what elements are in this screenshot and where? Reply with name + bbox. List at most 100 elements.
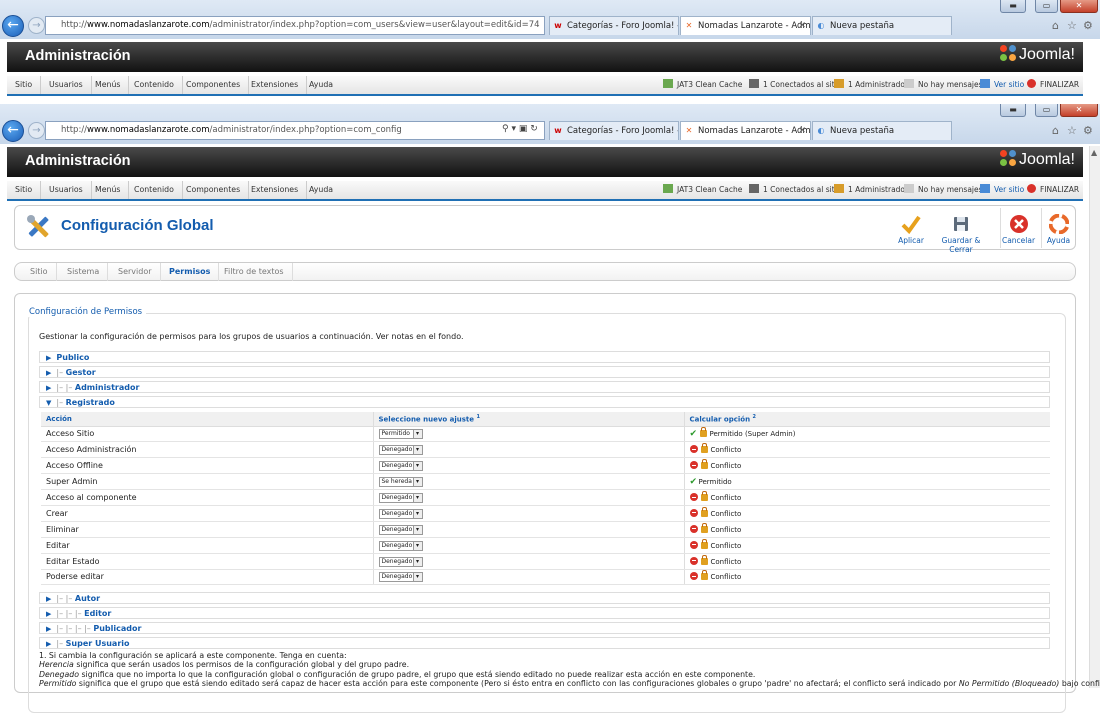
menu-usuarios[interactable]: Usuarios (41, 181, 92, 199)
help-button[interactable]: Ayuda (1041, 208, 1075, 248)
calculated-cell: Conflicto (683, 505, 1050, 522)
setting-select[interactable]: Denegado ▾ (378, 556, 423, 567)
scroll-up-icon[interactable]: ▲ (1091, 148, 1097, 157)
close-icon[interactable]: ✕ (1060, 0, 1098, 13)
group-administrador[interactable]: ▶ |– |– Administrador (39, 381, 1050, 393)
group-gestor[interactable]: ▶ |– Gestor (39, 366, 1050, 378)
tab-sitio[interactable]: Sitio (22, 263, 57, 281)
restore-icon[interactable]: ▭ (1035, 104, 1058, 117)
group-editor[interactable]: ▶ |– |– |– Editor (39, 607, 1050, 619)
back-button-icon[interactable]: ← (2, 120, 24, 142)
cancel-button[interactable]: Cancelar (1000, 208, 1036, 248)
menu-componentes[interactable]: Componentes (178, 76, 250, 94)
setting-select[interactable]: Se hereda ▾ (378, 477, 423, 488)
forward-button-icon[interactable]: → (28, 17, 45, 34)
menu-sitio[interactable]: Sitio (7, 181, 42, 199)
config-subnav: Sitio Sistema Servidor Permisos Filtro d… (14, 262, 1076, 281)
group-publico[interactable]: ▶ Publico (39, 351, 1050, 363)
restore-icon[interactable]: ▭ (1035, 0, 1058, 13)
menu-contenido[interactable]: Contenido (126, 181, 183, 199)
group-autor[interactable]: ▶ |– |– Autor (39, 592, 1050, 604)
setting-select[interactable]: Denegado ▾ (378, 540, 423, 551)
messages-link[interactable]: No hay mensajes (904, 76, 983, 94)
menu-extensiones[interactable]: Extensiones (243, 181, 308, 199)
url-path: /administrator/index.php?option=com_conf… (209, 125, 402, 135)
calculated-cell: Conflicto (683, 569, 1050, 586)
menu-extensiones[interactable]: Extensiones (243, 76, 308, 94)
setting-cell: Denegado ▾ (372, 569, 684, 586)
setting-select[interactable]: Permitido ▾ (378, 429, 423, 440)
tab-foro-joomla[interactable]: w Categorías - Foro Joomla! - Ser... (549, 16, 679, 35)
messages-link[interactable]: No hay mensajes (904, 181, 983, 199)
tab-nomadas-lanzarote[interactable]: ✕ Nomadas Lanzarote - Admi... ✕ (680, 121, 811, 140)
group-super-usuario[interactable]: ▶ |– Super Usuario (39, 637, 1050, 649)
tab-sistema[interactable]: Sistema (59, 263, 109, 281)
group-name: Editor (84, 609, 112, 618)
tab-new[interactable]: ◐ Nueva pestaña (812, 121, 952, 140)
calculated-value: Conflicto (710, 541, 742, 550)
denied-icon (689, 524, 698, 533)
address-bar[interactable]: http://www.nomadaslanzarote.com/administ… (45, 16, 545, 35)
menu-menus[interactable]: Menús (87, 76, 130, 94)
menu-usuarios[interactable]: Usuarios (41, 76, 92, 94)
menu-contenido[interactable]: Contenido (126, 76, 183, 94)
tab-nomadas-lanzarote[interactable]: ✕ Nomadas Lanzarote - Admi... ✕ (680, 16, 811, 35)
favorites-star-icon[interactable]: ☆ (1067, 19, 1077, 32)
setting-cell: Denegado ▾ (372, 489, 684, 506)
cache-link[interactable]: JAT3 Clean Cache (663, 76, 742, 94)
setting-select[interactable]: Denegado ▾ (378, 508, 423, 519)
save-close-button[interactable]: Guardar & Cerrar (929, 208, 993, 254)
home-icon[interactable]: ⌂ (1052, 124, 1059, 137)
tab-permisos[interactable]: Permisos (161, 263, 220, 281)
tab-filtro-textos[interactable]: Filtro de textos (216, 263, 293, 281)
page-scrollbar[interactable]: ▲ (1089, 146, 1100, 688)
settings-gear-icon[interactable]: ⚙ (1083, 124, 1093, 137)
setting-select[interactable]: Denegado ▾ (378, 445, 423, 456)
setting-select[interactable]: Denegado ▾ (378, 524, 423, 535)
permissions-table: Acción Seleccione nuevo ajuste 1 Calcula… (41, 412, 1050, 586)
admin-user-icon (834, 79, 844, 88)
group-registrado[interactable]: ▼ |– Registrado (39, 396, 1050, 408)
chevron-down-icon: ▾ (412, 494, 422, 502)
logout-link[interactable]: FINALIZAR (1027, 76, 1079, 94)
view-site-link[interactable]: Ver sitio (980, 181, 1024, 199)
chevron-down-icon: ▾ (412, 541, 422, 550)
view-site-link[interactable]: Ver sitio (980, 76, 1024, 94)
expand-arrow-icon: ▶ (46, 610, 52, 618)
calculated-cell: Conflicto (683, 537, 1050, 554)
favorites-star-icon[interactable]: ☆ (1067, 124, 1077, 137)
menu-menus[interactable]: Menús (87, 181, 130, 199)
tab-foro-joomla[interactable]: w Categorías - Foro Joomla! - Ser... (549, 121, 679, 140)
minimize-icon[interactable]: ▬ (1000, 0, 1026, 13)
setting-select[interactable]: Denegado ▾ (378, 493, 423, 503)
back-button-icon[interactable]: ← (2, 15, 24, 37)
address-bar[interactable]: http://www.nomadaslanzarote.com/administ… (45, 121, 545, 140)
note-line-4: Permitido significa que el grupo que est… (39, 678, 1100, 688)
url-prefix: http:// (61, 20, 88, 30)
menu-ayuda[interactable]: Ayuda (301, 76, 341, 94)
search-icon[interactable]: ⚲ ▾ ▣ ↻ (502, 124, 538, 134)
tab-close-icon[interactable]: ✕ (798, 122, 806, 140)
tab-servidor[interactable]: Servidor (110, 263, 161, 281)
group-publicador[interactable]: ▶ |– |– |– |– Publicador (39, 622, 1050, 634)
action-cell: Acceso Offline (41, 457, 373, 475)
setting-select[interactable]: Denegado ▾ (378, 572, 423, 583)
settings-gear-icon[interactable]: ⚙ (1083, 19, 1093, 32)
minimize-icon[interactable]: ▬ (1000, 104, 1026, 117)
tab-close-icon[interactable]: ✕ (798, 17, 806, 35)
cache-link[interactable]: JAT3 Clean Cache (663, 181, 742, 199)
menu-componentes[interactable]: Componentes (178, 181, 250, 199)
logout-link[interactable]: FINALIZAR (1027, 181, 1079, 199)
close-icon[interactable]: ✕ (1060, 104, 1098, 117)
home-icon[interactable]: ⌂ (1052, 19, 1059, 32)
tab-new[interactable]: ◐ Nueva pestaña (812, 16, 952, 35)
menu-ayuda[interactable]: Ayuda (301, 181, 341, 199)
menu-sitio[interactable]: Sitio (7, 76, 42, 94)
chevron-down-icon: ▾ (412, 478, 422, 487)
table-row: Eliminar Denegado ▾ Conflicto (41, 521, 1050, 538)
forward-button-icon[interactable]: → (28, 122, 45, 139)
setting-value: Denegado (381, 525, 413, 533)
setting-select[interactable]: Denegado ▾ (378, 461, 423, 472)
apply-button[interactable]: Aplicar (895, 208, 927, 248)
tab-favicon-icon: w (554, 126, 562, 135)
